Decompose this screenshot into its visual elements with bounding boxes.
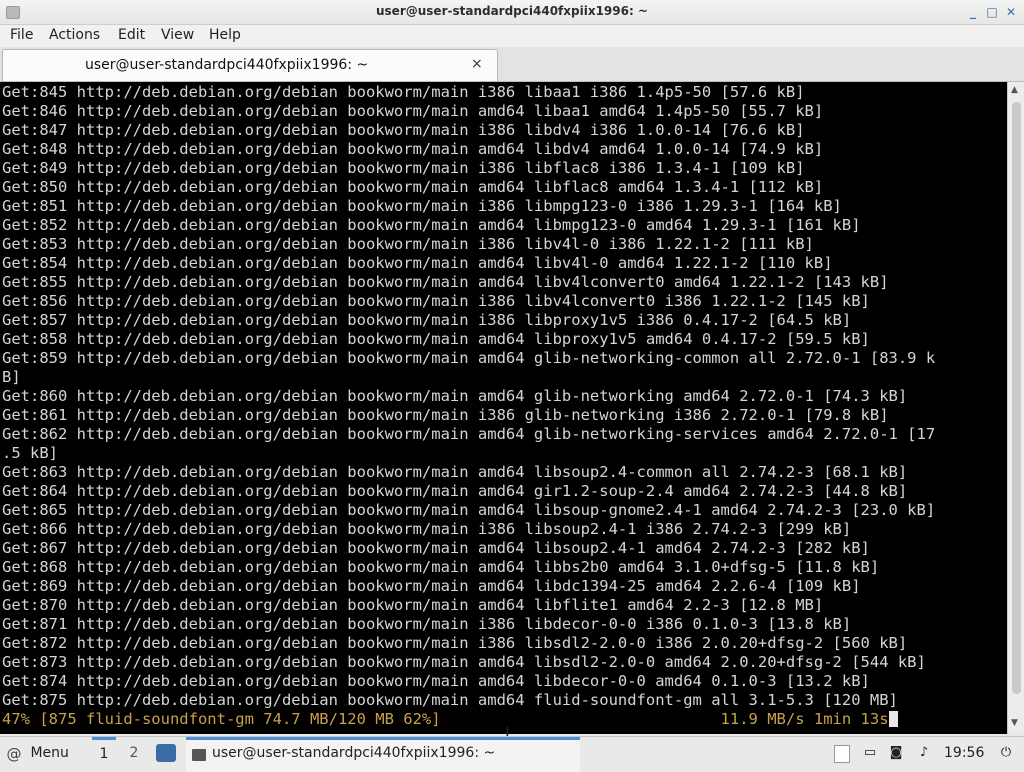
menu-actions[interactable]: Actions [49, 27, 100, 43]
terminal-cursor [888, 711, 898, 727]
terminal-line: Get:873 http://deb.debian.org/debian boo… [2, 653, 926, 671]
terminal-line: Get:859 http://deb.debian.org/debian boo… [2, 349, 936, 367]
network-icon[interactable]: ◙ [888, 745, 904, 761]
terminal-line: Get:871 http://deb.debian.org/debian boo… [2, 615, 852, 633]
volume-icon[interactable]: ♪ [916, 745, 932, 761]
window-title: user@user-standardpci440fxpiix1996: ~ [376, 4, 648, 18]
clock[interactable]: 19:56 [944, 737, 984, 769]
launcher-icon[interactable] [156, 744, 176, 762]
workspace-2[interactable]: 2 [122, 737, 146, 769]
terminal-line: Get:875 http://deb.debian.org/debian boo… [2, 691, 898, 709]
terminal-line: Get:864 http://deb.debian.org/debian boo… [2, 482, 908, 500]
terminal-line: Get:845 http://deb.debian.org/debian boo… [2, 83, 805, 101]
terminal-line: Get:850 http://deb.debian.org/debian boo… [2, 178, 824, 196]
terminal-line: Get:860 http://deb.debian.org/debian boo… [2, 387, 908, 405]
scroll-down-icon[interactable]: ▼ [1011, 718, 1018, 728]
terminal-line: Get:863 http://deb.debian.org/debian boo… [2, 463, 908, 481]
terminal-line: Get:861 http://deb.debian.org/debian boo… [2, 406, 889, 424]
terminal-line: Get:846 http://deb.debian.org/debian boo… [2, 102, 824, 120]
terminal-line: Get:856 http://deb.debian.org/debian boo… [2, 292, 870, 310]
power-icon[interactable]: ⏻ [998, 745, 1014, 761]
start-menu-label: Menu [30, 745, 69, 761]
minimize-button[interactable]: _ [966, 5, 980, 19]
tab-terminal[interactable]: user@user-standardpci440fxpiix1996: ~ × [2, 49, 498, 81]
workspace-1[interactable]: 1 [92, 737, 116, 769]
terminal-line: Get:848 http://deb.debian.org/debian boo… [2, 140, 824, 158]
terminal-line: Get:865 http://deb.debian.org/debian boo… [2, 501, 936, 519]
terminal-line: Get:847 http://deb.debian.org/debian boo… [2, 121, 805, 139]
terminal-scrollbar[interactable]: ▲ ▼ [1007, 82, 1024, 734]
terminal-line: Get:854 http://deb.debian.org/debian boo… [2, 254, 833, 272]
terminal-line: Get:870 http://deb.debian.org/debian boo… [2, 596, 824, 614]
debian-swirl-icon: @ [6, 745, 22, 763]
terminal-line: Get:858 http://deb.debian.org/debian boo… [2, 330, 870, 348]
menu-bar: File Actions Edit View Help [0, 25, 1024, 47]
terminal-line: Get:852 http://deb.debian.org/debian boo… [2, 216, 861, 234]
maximize-button[interactable]: □ [985, 5, 999, 19]
terminal-line: Get:874 http://deb.debian.org/debian boo… [2, 672, 870, 690]
terminal-line: B] [2, 368, 21, 386]
terminal-line: .5 kB] [2, 444, 58, 462]
terminal-line: Get:853 http://deb.debian.org/debian boo… [2, 235, 814, 253]
terminal-output[interactable]: Get:845 http://deb.debian.org/debian boo… [0, 82, 1007, 734]
menu-edit[interactable]: Edit [118, 27, 145, 43]
tab-label: user@user-standardpci440fxpiix1996: ~ [85, 57, 369, 73]
progress-text: 47% [875 fluid-soundfont-gm 74.7 MB/120 … [2, 710, 889, 728]
taskbar-task-terminal[interactable]: user@user-standardpci440fxpiix1996: ~ [186, 737, 580, 772]
progress-line: 47% [875 fluid-soundfont-gm 74.7 MB/120 … [2, 710, 898, 729]
scroll-up-icon[interactable]: ▲ [1011, 85, 1018, 95]
terminal-line: Get:866 http://deb.debian.org/debian boo… [2, 520, 852, 538]
task-label: user@user-standardpci440fxpiix1996: ~ [212, 745, 496, 761]
menu-help[interactable]: Help [209, 27, 241, 43]
tab-strip: user@user-standardpci440fxpiix1996: ~ × [0, 47, 1024, 82]
taskbar: @ Menu 1 2 user@user-standardpci440fxpii… [0, 736, 1024, 772]
terminal-line: Get:868 http://deb.debian.org/debian boo… [2, 558, 880, 576]
menu-view[interactable]: View [161, 27, 194, 43]
window-titlebar[interactable]: user@user-standardpci440fxpiix1996: ~ _ … [0, 0, 1024, 25]
clipboard-icon[interactable] [834, 745, 850, 763]
terminal-line: Get:872 http://deb.debian.org/debian boo… [2, 634, 908, 652]
close-button[interactable]: ✕ [1004, 5, 1018, 19]
scrollbar-thumb[interactable] [1012, 102, 1021, 694]
terminal-line: Get:869 http://deb.debian.org/debian boo… [2, 577, 861, 595]
terminal-line: Get:849 http://deb.debian.org/debian boo… [2, 159, 805, 177]
terminal-line: Get:862 http://deb.debian.org/debian boo… [2, 425, 936, 443]
display-icon[interactable]: ▭ [862, 745, 878, 761]
terminal-line: Get:851 http://deb.debian.org/debian boo… [2, 197, 842, 215]
tab-close-icon[interactable]: × [471, 56, 483, 72]
menu-file[interactable]: File [10, 27, 33, 43]
terminal-line: Get:867 http://deb.debian.org/debian boo… [2, 539, 870, 557]
start-menu-button[interactable]: @ Menu [6, 737, 69, 769]
terminal-line: Get:855 http://deb.debian.org/debian boo… [2, 273, 889, 291]
terminal-line: Get:857 http://deb.debian.org/debian boo… [2, 311, 852, 329]
terminal-task-icon [192, 749, 206, 761]
